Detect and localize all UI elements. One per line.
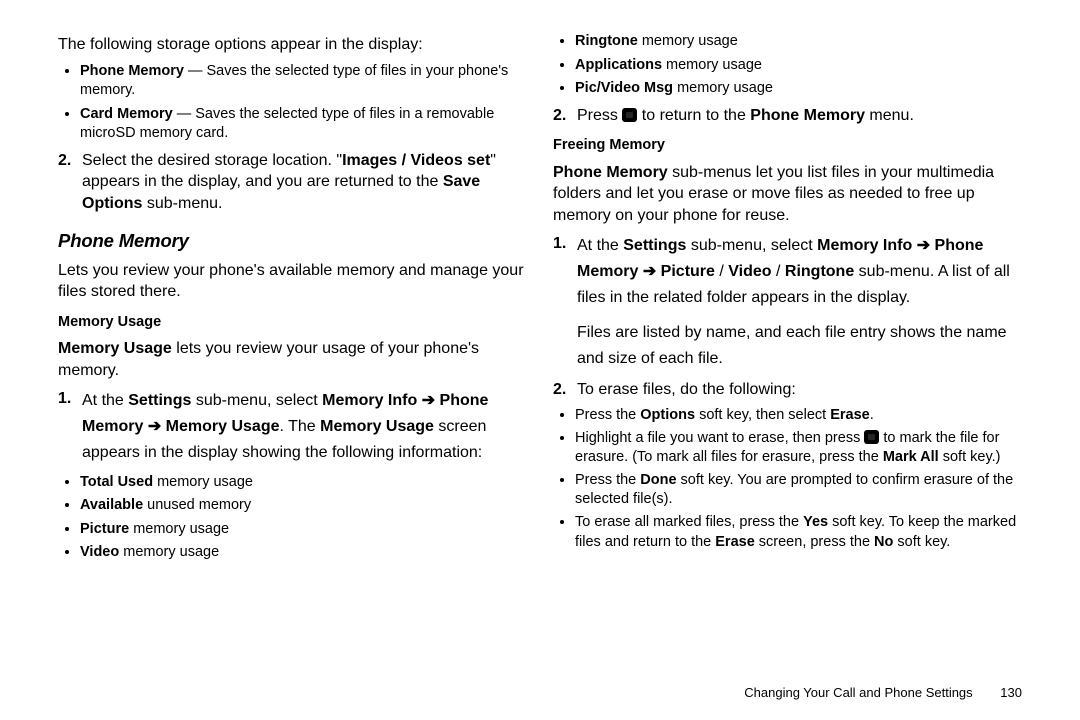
step-number: 1. <box>553 233 577 373</box>
list-item: Applications memory usage <box>575 56 1022 76</box>
step-body: Select the desired storage location. "Im… <box>82 150 527 215</box>
ok-key-icon <box>622 108 637 122</box>
memory-usage-intro: Memory Usage lets you review your usage … <box>58 338 527 381</box>
fm-step-1: 1. At the Settings sub-menu, select Memo… <box>553 233 1022 373</box>
list-item: Available unused memory <box>80 496 527 516</box>
list-item: To erase all marked files, press the Yes… <box>575 513 1022 552</box>
list-item: Total Used memory usage <box>80 473 527 493</box>
list-item: Phone Memory — Saves the selected type o… <box>80 62 527 101</box>
page-number: 130 <box>1000 685 1022 700</box>
step-number: 2. <box>553 379 577 401</box>
erase-steps-list: Press the Options soft key, then select … <box>553 406 1022 552</box>
step-body: At the Settings sub-menu, select Memory … <box>577 233 1022 373</box>
step-number: 2. <box>553 105 577 127</box>
storage-options-list: Phone Memory — Saves the selected type o… <box>58 62 527 144</box>
list-item: Press the Options soft key, then select … <box>575 406 1022 426</box>
page-footer: Changing Your Call and Phone Settings 13… <box>744 684 1022 702</box>
step-2: 2. Select the desired storage location. … <box>58 150 527 215</box>
right-column: Ringtone memory usage Applications memor… <box>553 28 1022 660</box>
step-number: 1. <box>58 388 82 467</box>
list-item: Pic/Video Msg memory usage <box>575 79 1022 99</box>
list-item: Video memory usage <box>80 543 527 563</box>
subsection-memory-usage: Memory Usage <box>58 313 527 333</box>
mu-info-list-right: Ringtone memory usage Applications memor… <box>553 32 1022 99</box>
list-item: Highlight a file you want to erase, then… <box>575 429 1022 468</box>
chapter-title: Changing Your Call and Phone Settings <box>744 685 972 700</box>
list-item: Press the Done soft key. You are prompte… <box>575 471 1022 510</box>
page-content: The following storage options appear in … <box>0 0 1080 660</box>
step-body: At the Settings sub-menu, select Memory … <box>82 388 527 467</box>
ok-key-icon <box>864 430 879 444</box>
step-body: Press to return to the Phone Memory menu… <box>577 105 1022 127</box>
intro-text: The following storage options appear in … <box>58 34 527 56</box>
subsection-freeing-memory: Freeing Memory <box>553 136 1022 156</box>
mu-step-2: 2. Press to return to the Phone Memory m… <box>553 105 1022 127</box>
list-item: Ringtone memory usage <box>575 32 1022 52</box>
left-column: The following storage options appear in … <box>58 28 527 660</box>
freeing-memory-intro: Phone Memory sub-menus let you list file… <box>553 162 1022 227</box>
step-number: 2. <box>58 150 82 215</box>
list-item: Picture memory usage <box>80 520 527 540</box>
mu-step-1: 1. At the Settings sub-menu, select Memo… <box>58 388 527 467</box>
section-title-phone-memory: Phone Memory <box>58 229 527 254</box>
step-body: To erase files, do the following: <box>577 379 1022 401</box>
list-item: Card Memory — Saves the selected type of… <box>80 105 527 144</box>
mu-info-list-left: Total Used memory usage Available unused… <box>58 473 527 563</box>
fm-step-2: 2. To erase files, do the following: <box>553 379 1022 401</box>
section-intro: Lets you review your phone's available m… <box>58 260 527 303</box>
